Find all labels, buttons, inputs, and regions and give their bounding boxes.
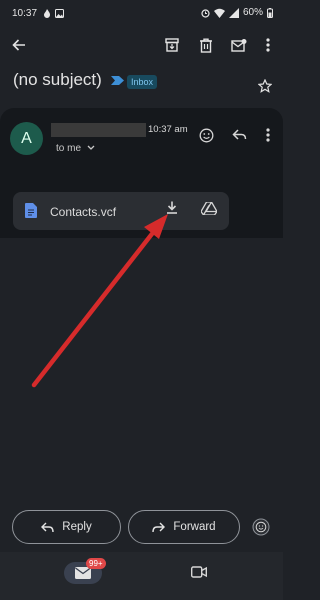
more-vert-icon: [266, 128, 270, 142]
flame-icon: [44, 9, 50, 18]
sender-avatar[interactable]: A: [10, 122, 43, 155]
more-options-button[interactable]: [258, 35, 278, 55]
email-subject: (no subject): [13, 70, 102, 89]
forward-button[interactable]: Forward: [128, 510, 240, 544]
status-system-icons: 60%: [201, 7, 273, 18]
status-time: 10:37: [12, 8, 38, 19]
alarm-icon: [201, 8, 210, 18]
trash-icon: [200, 38, 212, 53]
archive-icon: [165, 38, 179, 52]
attachment-chip[interactable]: [13, 192, 229, 230]
document-icon: [25, 203, 37, 218]
forward-icon: [152, 522, 166, 532]
unread-count-badge: 99+: [86, 558, 106, 569]
reply-icon: [41, 522, 54, 532]
top-app-bar: [0, 28, 283, 62]
attachment-file-name: Contacts.vcf: [50, 205, 117, 219]
delete-button[interactable]: [196, 35, 216, 55]
reply-icon-button[interactable]: [228, 124, 250, 146]
wifi-icon: [213, 8, 225, 18]
recipient-details[interactable]: to me: [56, 143, 81, 154]
mail-unread-icon: [231, 38, 247, 52]
arrow-left-icon: [12, 39, 25, 51]
chevron-down-icon[interactable]: [87, 145, 95, 151]
nav-meet-tab[interactable]: [191, 566, 207, 578]
archive-button[interactable]: [162, 35, 182, 55]
emoji-icon: [252, 518, 270, 536]
star-icon: [258, 79, 272, 93]
battery-percentage: 60%: [242, 7, 263, 18]
save-to-drive-button[interactable]: [201, 202, 217, 215]
message-more-button[interactable]: [257, 124, 279, 146]
image-icon: [55, 9, 64, 18]
star-button[interactable]: [258, 79, 272, 93]
back-button[interactable]: [9, 35, 29, 55]
label-importance-icon: [111, 76, 124, 85]
reply-icon: [231, 129, 246, 140]
download-icon: [167, 201, 177, 214]
emoji-reaction-button[interactable]: [250, 516, 272, 538]
forward-label: Forward: [173, 521, 216, 533]
more-vert-icon: [266, 38, 270, 52]
status-bar: 10:37 60%: [0, 0, 283, 28]
add-reaction-button[interactable]: [195, 124, 217, 146]
inbox-label-chip[interactable]: Inbox: [127, 75, 158, 89]
mail-icon: [75, 567, 91, 579]
message-time: 10:37 am: [148, 124, 188, 135]
video-camera-icon: [191, 566, 207, 578]
mark-unread-button[interactable]: [229, 35, 249, 55]
download-attachment-button[interactable]: [166, 201, 178, 214]
reply-label: Reply: [62, 521, 92, 533]
battery-icon: [267, 7, 273, 18]
drive-icon: [201, 202, 217, 215]
bottom-navigation: [0, 552, 283, 600]
reply-button[interactable]: Reply: [12, 510, 121, 544]
status-notification-icons: [43, 9, 64, 18]
sender-name-redacted: [51, 123, 146, 137]
avatar-letter: A: [21, 129, 32, 147]
emoji-icon: [199, 128, 213, 142]
signal-icon: [228, 7, 239, 18]
